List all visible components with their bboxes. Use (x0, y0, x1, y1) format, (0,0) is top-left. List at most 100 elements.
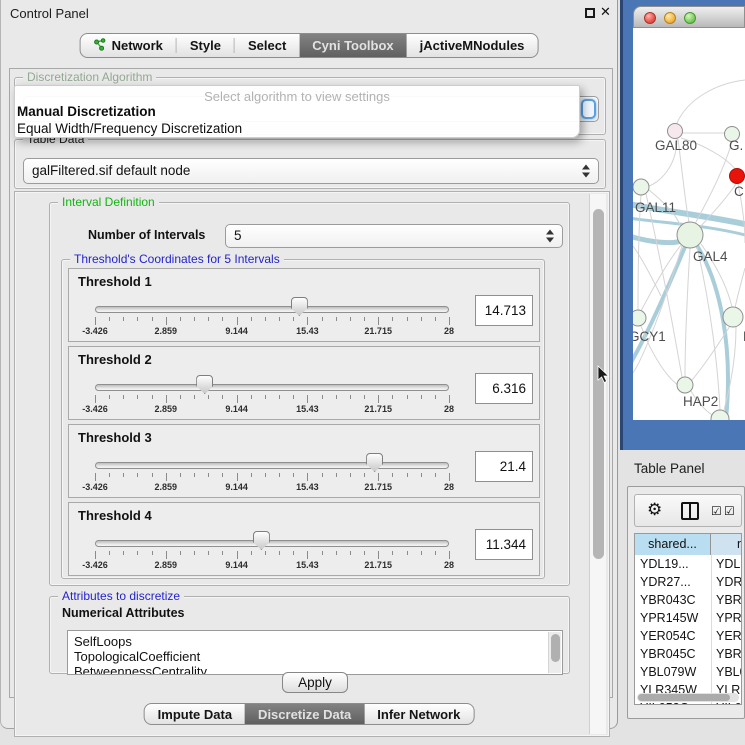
threshold-group: Threshold 1-3.4262.8599.14415.4321.71528… (68, 268, 540, 342)
tab-label: Select (248, 38, 286, 53)
node-table[interactable]: shared... name YDL19...YDL1YDR27...YDR2Y… (634, 533, 742, 705)
tick-label: 21.715 (364, 404, 392, 414)
slider-thumb[interactable] (366, 453, 383, 472)
network-node-HAP2[interactable] (677, 377, 693, 393)
attributes-title: Attributes to discretize (58, 589, 184, 603)
tab-network[interactable]: Network (81, 34, 176, 57)
tab-impute-data[interactable]: Impute Data (145, 704, 245, 724)
algorithm-option[interactable]: Equal Width/Frequency Discretization (17, 121, 242, 136)
tick-mark (208, 317, 209, 321)
split-view-icon[interactable] (681, 502, 699, 520)
network-edge[interactable] (692, 326, 730, 380)
panel-scrollbar[interactable] (589, 194, 606, 734)
table-row[interactable]: YDR27...YDR2 (635, 573, 742, 591)
tab-style[interactable]: Style (177, 34, 234, 57)
table-hscrollbar-thumb[interactable] (638, 694, 730, 701)
slider-thumb[interactable] (253, 531, 270, 550)
numerical-attributes-label: Numerical Attributes (62, 606, 184, 620)
slider-track[interactable] (95, 306, 449, 313)
minimize-traffic-light-icon[interactable] (664, 12, 676, 24)
close-traffic-light-icon[interactable] (644, 12, 656, 24)
attributes-scrollbar[interactable] (548, 632, 561, 673)
threshold-value-field[interactable]: 6.316 (475, 373, 533, 404)
float-window-icon[interactable] (585, 8, 595, 18)
combo-arrow-button[interactable] (581, 99, 596, 119)
network-window-titlebar[interactable] (633, 6, 745, 28)
tick-label: 2.859 (155, 404, 178, 414)
tab-infer-network[interactable]: Infer Network (364, 704, 473, 724)
table-row[interactable]: YBL079WYBL0 (635, 663, 742, 681)
tab-discretize-data[interactable]: Discretize Data (245, 704, 364, 724)
checkbox-icon[interactable]: ☑ (711, 504, 722, 518)
network-node-GAL80[interactable] (668, 124, 683, 139)
tick-mark (307, 473, 308, 481)
numerical-attributes-list[interactable]: SelfLoopsTopologicalCoefficientBetweenne… (67, 630, 563, 675)
tick-mark (137, 551, 138, 555)
network-edge[interactable] (685, 248, 690, 377)
cell-shared-name: YDL19... (640, 555, 710, 573)
attribute-list-item[interactable]: TopologicalCoefficient (74, 649, 200, 664)
slider-thumb[interactable] (196, 375, 213, 394)
tab-select[interactable]: Select (235, 34, 299, 57)
table-row[interactable]: YPR145WYPR1 (635, 609, 742, 627)
number-of-intervals-combobox[interactable]: 5 (225, 224, 563, 248)
column-header-name[interactable]: name (711, 534, 742, 555)
table-row[interactable]: YBR045CYBR0 (635, 645, 742, 663)
settings-gear-icon[interactable]: ⚙ (647, 500, 662, 520)
table-hscrollbar[interactable] (637, 693, 739, 702)
apply-button[interactable]: Apply (282, 672, 348, 693)
network-edge[interactable] (677, 80, 745, 123)
network-node-node-h[interactable] (723, 307, 743, 327)
table-data-combobox[interactable]: galFiltered.sif default node (23, 158, 599, 184)
threshold-value-field[interactable]: 14.713 (475, 295, 533, 326)
threshold-value-field[interactable]: 21.4 (475, 451, 533, 482)
tick-mark (407, 317, 408, 321)
algorithm-prompt-item[interactable]: Select algorithm to view settings (15, 89, 579, 104)
network-edge-thick[interactable] (633, 236, 681, 243)
threshold-value-field[interactable]: 11.344 (475, 529, 533, 560)
tick-mark (251, 551, 252, 555)
attributes-scrollbar-thumb[interactable] (551, 634, 560, 662)
tick-mark (180, 395, 181, 399)
tick-mark (392, 395, 393, 399)
column-divider (711, 663, 712, 681)
slider-thumb[interactable] (291, 297, 308, 316)
tick-label: 9.144 (225, 482, 248, 492)
attribute-list-item[interactable]: BetweennessCentrality (74, 664, 207, 675)
column-divider (711, 573, 712, 591)
tick-mark (378, 473, 379, 481)
network-edge[interactable] (633, 246, 661, 296)
attribute-list-item[interactable]: SelfLoops (74, 634, 132, 649)
slider-track[interactable] (95, 462, 449, 469)
threshold-label: Threshold 3 (78, 430, 152, 445)
zoom-traffic-light-icon[interactable] (684, 12, 696, 24)
tick-mark (180, 551, 181, 555)
tick-label: 28 (444, 404, 454, 414)
network-node-GAL11[interactable] (633, 179, 649, 195)
column-header-shared-name[interactable]: shared... (635, 534, 711, 555)
table-row[interactable]: YBR043CYBR0 (635, 591, 742, 609)
slider-track[interactable] (95, 540, 449, 547)
table-data-combobox-value: galFiltered.sif default node (32, 163, 190, 178)
network-canvas[interactable]: GAL80G.CGAL11GAL4GCY1HHAP2 (633, 28, 745, 420)
network-edge[interactable] (735, 268, 745, 308)
network-edge-thick[interactable] (696, 244, 728, 419)
tick-mark (208, 551, 209, 555)
table-row[interactable]: YDL19...YDL1 (635, 555, 742, 573)
checkbox-icon[interactable]: ☑ (724, 504, 735, 518)
tick-mark (279, 317, 280, 321)
close-icon[interactable]: ✕ (600, 4, 611, 20)
tab-jactivemnodules[interactable]: jActiveMNodules (407, 34, 538, 57)
tab-cyni-toolbox[interactable]: Cyni Toolbox (299, 34, 406, 57)
network-node-GCY1[interactable] (633, 310, 646, 326)
panel-scrollbar-thumb[interactable] (593, 209, 604, 559)
tick-mark (435, 473, 436, 477)
tick-label: 15.43 (296, 482, 319, 492)
slider-track[interactable] (95, 384, 449, 391)
algorithm-option[interactable]: Manual Discretization (17, 104, 156, 119)
tick-mark (194, 317, 195, 321)
network-node-label: C (734, 184, 744, 199)
network-node-node-red[interactable] (730, 169, 745, 184)
network-node-GAL4[interactable] (677, 222, 703, 248)
table-row[interactable]: YER054CYER0 (635, 627, 742, 645)
